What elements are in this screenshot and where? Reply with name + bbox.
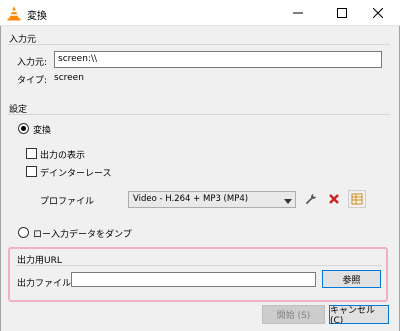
vlc-cone-icon: [6, 5, 22, 21]
new-profile-button[interactable]: [348, 190, 366, 208]
delete-profile-button[interactable]: [325, 190, 343, 208]
group-divider: [16, 265, 382, 266]
maximize-icon: [337, 8, 347, 18]
show-output-checkbox[interactable]: [26, 148, 37, 159]
type-label: タイプ:: [17, 76, 48, 86]
deinterlace-label[interactable]: デインターレース: [40, 166, 112, 179]
profile-table-icon: [351, 193, 363, 205]
raw-dump-radio[interactable]: [18, 227, 29, 238]
output-file-input[interactable]: [71, 272, 316, 287]
cancel-button[interactable]: キャンセル (C): [329, 305, 389, 326]
wrench-icon: [305, 193, 317, 205]
window-border: [0, 26, 1, 331]
browse-button[interactable]: 参照: [322, 270, 381, 288]
output-file-label: 出力ファイル:: [17, 279, 75, 289]
source-input-label: 入力元:: [17, 58, 48, 68]
profile-dropdown[interactable]: Video - H.264 + MP3 (MP4): [128, 191, 296, 208]
deinterlace-checkbox[interactable]: [26, 166, 37, 177]
minimize-icon: [293, 12, 303, 14]
group-divider: [8, 44, 390, 45]
convert-radio-label[interactable]: 変換: [33, 123, 51, 136]
minimize-button[interactable]: [276, 0, 320, 26]
profile-label: プロファイル: [40, 197, 95, 207]
radio-dot: [21, 126, 26, 131]
close-icon: [373, 8, 383, 18]
chevron-down-icon: [284, 197, 292, 207]
show-output-label[interactable]: 出力の表示: [40, 148, 85, 161]
raw-dump-radio-label[interactable]: ロー入力データをダンプ: [33, 227, 132, 240]
start-button[interactable]: 開始 (S): [262, 305, 325, 324]
edit-profile-button[interactable]: [302, 190, 320, 208]
source-input-field[interactable]: screen:\\: [54, 51, 382, 68]
group-divider: [8, 114, 390, 115]
convert-radio[interactable]: [18, 123, 29, 134]
close-button[interactable]: [356, 0, 400, 26]
window-title: 変換: [27, 11, 47, 22]
type-value: screen: [54, 73, 84, 83]
delete-icon: [329, 194, 339, 204]
